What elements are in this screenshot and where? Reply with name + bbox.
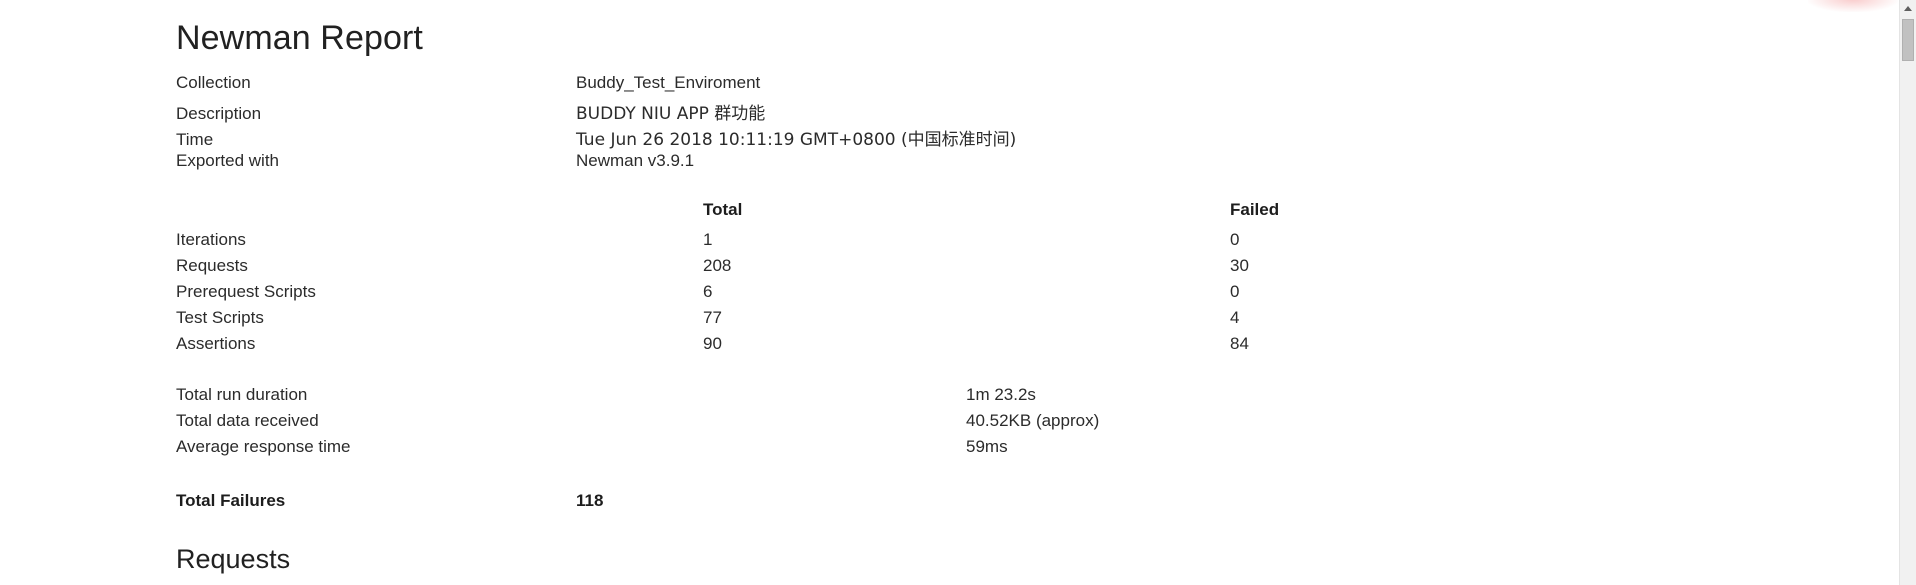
summary-label-total-data-received: Total data received: [176, 411, 319, 430]
page-title: Newman Report: [176, 19, 423, 57]
metadata-value-collection: Buddy_Test_Enviroment: [576, 73, 761, 92]
stat-total-assertions: 90: [703, 334, 722, 353]
summary-label-average-response-time: Average response time: [176, 437, 351, 456]
summary-row-total-data-received: Total data received 40.52KB (approx): [176, 411, 1576, 437]
scroll-up-arrow-icon[interactable]: [1900, 0, 1916, 17]
metadata-label-time: Time: [176, 130, 214, 149]
scrollbar-thumb[interactable]: [1902, 19, 1914, 61]
metadata-label-collection: Collection: [176, 73, 251, 92]
table-row: Test Scripts 77 4: [176, 308, 1576, 334]
summary-label-total-run-duration: Total run duration: [176, 385, 308, 404]
stat-label-assertions: Assertions: [176, 334, 256, 353]
triangle-up-icon: [1904, 6, 1912, 11]
stat-label-prerequest-scripts: Prerequest Scripts: [176, 282, 316, 301]
summary-value-total-data-received: 40.52KB (approx): [966, 411, 1100, 430]
metadata-row-collection: Collection Buddy_Test_Enviroment: [176, 73, 1576, 99]
table-header-row: Total Failed: [176, 200, 1576, 230]
stat-failed-assertions: 84: [1230, 334, 1249, 353]
summary-value-average-response-time: 59ms: [966, 437, 1008, 456]
metadata-row-description: Description BUDDY NIU APP 群功能: [176, 99, 1576, 125]
table-row: Prerequest Scripts 6 0: [176, 282, 1576, 308]
metadata-value-description: BUDDY NIU APP 群功能: [576, 104, 766, 124]
total-failures-value: 118: [576, 491, 604, 510]
metadata-label-exported-with: Exported with: [176, 151, 279, 170]
vertical-scrollbar[interactable]: [1899, 0, 1916, 585]
metadata-label-description: Description: [176, 104, 262, 123]
metadata-row-exported-with: Exported with Newman v3.9.1: [176, 151, 1576, 177]
summary-value-total-run-duration: 1m 23.2s: [966, 385, 1036, 404]
report-viewport: Newman Report Collection Buddy_Test_Envi…: [0, 0, 1899, 585]
column-header-failed: Failed: [1230, 200, 1280, 219]
total-failures-label: Total Failures: [176, 491, 286, 510]
report-metadata: Collection Buddy_Test_Enviroment Descrip…: [176, 73, 1576, 177]
table-row: Iterations 1 0: [176, 230, 1576, 256]
metadata-value-time: Tue Jun 26 2018 10:11:19 GMT+0800 (中国标准时…: [576, 130, 1017, 150]
stat-label-iterations: Iterations: [176, 230, 246, 249]
metadata-value-exported-with: Newman v3.9.1: [576, 151, 695, 170]
total-failures-row: Total Failures 118: [176, 491, 603, 511]
metadata-row-time: Time Tue Jun 26 2018 10:11:19 GMT+0800 (…: [176, 125, 1576, 151]
table-row: Requests 208 30: [176, 256, 1576, 282]
stat-total-test-scripts: 77: [703, 308, 722, 327]
column-header-total: Total: [703, 200, 743, 219]
stat-failed-test-scripts: 4: [1230, 308, 1240, 327]
stat-failed-iterations: 0: [1230, 230, 1240, 249]
stat-failed-requests: 30: [1230, 256, 1249, 275]
stat-label-test-scripts: Test Scripts: [176, 308, 264, 327]
summary-stats-table: Total Failed Iterations 1 0 Requests 208…: [176, 200, 1576, 360]
run-summary-block: Total run duration 1m 23.2s Total data r…: [176, 385, 1576, 463]
stat-total-iterations: 1: [703, 230, 713, 249]
requests-section-heading: Requests: [176, 544, 291, 574]
summary-row-average-response-time: Average response time 59ms: [176, 437, 1576, 463]
stat-total-prerequest-scripts: 6: [703, 282, 713, 301]
table-row: Assertions 90 84: [176, 334, 1576, 360]
stat-total-requests: 208: [703, 256, 732, 275]
stat-label-requests: Requests: [176, 256, 248, 275]
summary-row-total-run-duration: Total run duration 1m 23.2s: [176, 385, 1576, 411]
stat-failed-prerequest-scripts: 0: [1230, 282, 1240, 301]
